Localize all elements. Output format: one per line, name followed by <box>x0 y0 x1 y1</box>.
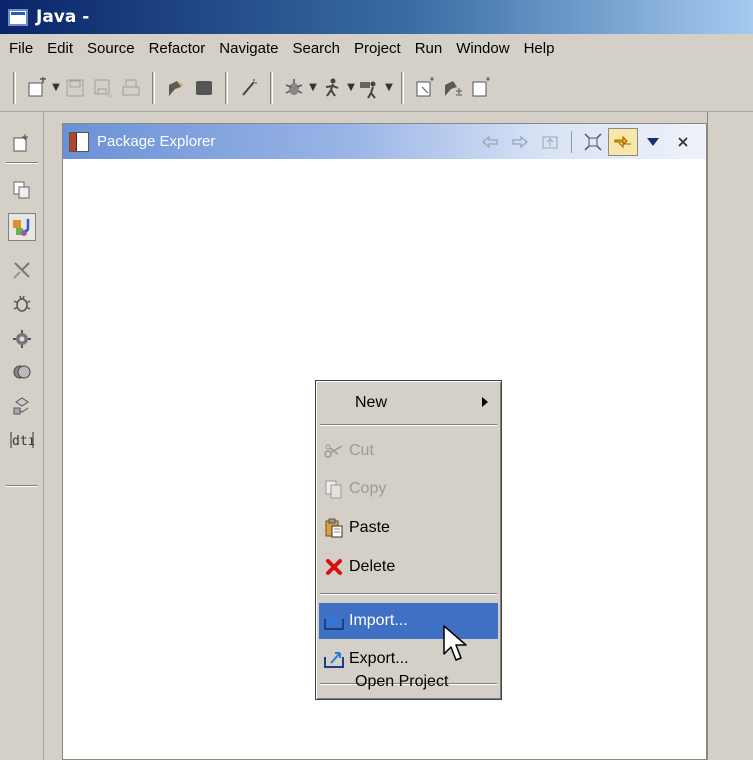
context-menu-new[interactable]: New <box>319 385 498 421</box>
open-type-hierarchy-icon[interactable] <box>439 73 467 103</box>
perspective-shortcut-bar: dtı <box>0 112 44 760</box>
submenu-arrow-icon <box>482 397 488 407</box>
new-wizard-dropdown-icon[interactable]: ▼ <box>51 82 61 93</box>
hierarchy-perspective-icon[interactable] <box>8 392 36 420</box>
toolbar-separator <box>152 71 155 104</box>
run-icon[interactable] <box>318 73 346 103</box>
menu-search[interactable]: Search <box>285 34 347 64</box>
team-sync-icon[interactable] <box>8 256 36 284</box>
toolbar-separator <box>13 71 16 104</box>
run-dropdown-icon[interactable]: ▼ <box>346 82 356 93</box>
context-menu-open-project[interactable]: Open Project <box>319 665 498 699</box>
menu-refactor[interactable]: Refactor <box>142 34 213 64</box>
package-explorer-title: Package Explorer <box>97 133 216 150</box>
debug-dropdown-icon[interactable]: ▼ <box>308 82 318 93</box>
import-icon <box>323 610 345 632</box>
forward-icon[interactable] <box>505 128 535 156</box>
open-perspective-icon[interactable] <box>411 73 439 103</box>
package-explorer-icon <box>69 131 89 152</box>
save-icon[interactable] <box>61 73 89 103</box>
save-all-icon[interactable] <box>89 73 117 103</box>
context-menu-open-project-label: Open Project <box>355 673 449 690</box>
toolbar-separator <box>225 71 228 104</box>
context-menu-paste-label: Paste <box>349 519 390 536</box>
context-menu-separator <box>320 593 497 595</box>
context-menu-delete-label: Delete <box>349 558 396 575</box>
open-type-icon[interactable] <box>162 73 190 103</box>
menu-navigate[interactable]: Navigate <box>212 34 285 64</box>
open-perspective-icon[interactable] <box>8 129 36 157</box>
menu-source[interactable]: Source <box>80 34 142 64</box>
menu-file[interactable]: File <box>2 34 40 64</box>
menu-run[interactable]: Run <box>408 34 450 64</box>
up-icon[interactable] <box>535 128 565 156</box>
collapse-all-icon[interactable] <box>578 128 608 156</box>
svg-text:dtı: dtı <box>12 434 34 449</box>
menu-project[interactable]: Project <box>347 34 408 64</box>
toolbar-separator <box>270 71 273 104</box>
context-menu-new-label: New <box>355 394 388 411</box>
view-menu-icon[interactable] <box>638 128 668 156</box>
close-icon[interactable] <box>668 128 698 156</box>
delete-icon <box>323 556 345 578</box>
dtd-perspective-icon[interactable]: dtı <box>8 426 36 454</box>
plugin-perspective-icon[interactable] <box>8 325 36 353</box>
paste-icon <box>323 517 345 539</box>
open-resource-icon[interactable] <box>467 73 495 103</box>
window-title-bar: Java - <box>0 0 753 34</box>
new-java-icon[interactable] <box>190 73 218 103</box>
copy-icon <box>323 478 345 500</box>
link-with-editor-icon[interactable] <box>608 127 638 156</box>
resource-perspective-icon[interactable] <box>8 176 36 204</box>
external-tools-dropdown-icon[interactable]: ▼ <box>384 82 394 93</box>
shortcut-bar-divider <box>6 162 38 164</box>
view-toolbar-separator <box>571 130 572 153</box>
shortcut-bar-divider <box>6 485 38 487</box>
back-icon[interactable] <box>475 128 505 156</box>
menu-edit[interactable]: Edit <box>40 34 80 64</box>
new-wizard-icon[interactable] <box>23 73 51 103</box>
scissors-icon <box>323 440 345 462</box>
context-menu-copy-label: Copy <box>349 480 387 497</box>
wand-icon[interactable] <box>235 73 263 103</box>
context-menu-separator <box>320 424 497 426</box>
context-menu-cut[interactable]: Cut <box>319 433 498 469</box>
toolbar-separator <box>401 71 404 104</box>
print-icon[interactable] <box>117 73 145 103</box>
context-menu: New Cut Copy Paste Delete Import... Expo… <box>315 380 502 700</box>
context-menu-copy[interactable]: Copy <box>319 471 498 507</box>
debug-perspective-icon[interactable] <box>8 290 36 318</box>
team-perspective-icon[interactable] <box>8 358 36 386</box>
menu-help[interactable]: Help <box>517 34 562 64</box>
debug-icon[interactable] <box>280 73 308 103</box>
menu-window[interactable]: Window <box>449 34 516 64</box>
package-explorer-header: Package Explorer <box>63 124 706 159</box>
context-menu-delete[interactable]: Delete <box>319 549 498 585</box>
context-menu-paste[interactable]: Paste <box>319 510 498 546</box>
external-tools-icon[interactable] <box>356 73 384 103</box>
window-title: Java - <box>36 7 90 27</box>
main-toolbar: ▼ ▼ ▼ ▼ <box>0 64 753 112</box>
context-menu-import[interactable]: Import... <box>319 603 498 639</box>
java-perspective-icon[interactable] <box>8 213 36 241</box>
window-app-icon <box>8 8 28 26</box>
context-menu-cut-label: Cut <box>349 442 374 459</box>
mouse-pointer-icon <box>443 625 467 661</box>
context-menu-import-label: Import... <box>349 612 408 629</box>
editor-area <box>707 112 753 760</box>
menu-bar: File Edit Source Refactor Navigate Searc… <box>0 34 753 64</box>
